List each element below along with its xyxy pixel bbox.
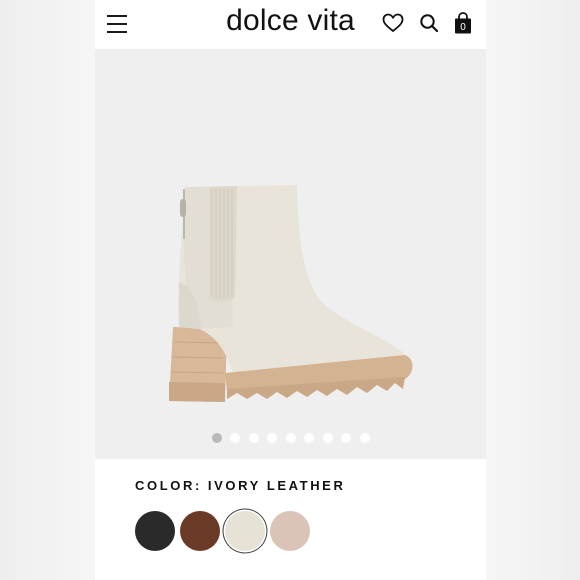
swatch-black[interactable] <box>135 511 175 551</box>
swatch-blush[interactable] <box>270 511 310 551</box>
color-label-prefix: COLOR: <box>135 478 202 493</box>
background-right <box>485 0 580 580</box>
carousel-dot[interactable] <box>230 433 240 443</box>
cart-count: 0 <box>460 22 466 33</box>
product-page: dolce vita 0 COLOR: IVORY LEATHER <box>95 0 486 580</box>
site-header: dolce vita 0 <box>95 0 486 49</box>
carousel-dot[interactable] <box>285 433 296 443</box>
product-image <box>169 185 413 402</box>
carousel-dot[interactable] <box>211 433 222 443</box>
selected-color-name: IVORY LEATHER <box>207 478 346 493</box>
carousel-dot[interactable] <box>248 433 259 443</box>
search-icon[interactable] <box>419 13 439 33</box>
product-image-gallery[interactable] <box>95 49 486 459</box>
carousel-dot[interactable] <box>359 433 370 443</box>
carousel-dot[interactable] <box>341 433 351 443</box>
color-label: COLOR: IVORY LEATHER <box>135 478 345 493</box>
swatch-ivory[interactable] <box>225 511 265 551</box>
carousel-dot[interactable] <box>267 433 277 443</box>
swatch-brown[interactable] <box>180 511 220 551</box>
carousel-dots <box>95 433 486 445</box>
carousel-dot[interactable] <box>322 433 333 443</box>
carousel-dot[interactable] <box>304 433 314 443</box>
shopping-bag-icon[interactable]: 0 <box>454 12 472 34</box>
background-left <box>0 0 95 580</box>
heart-icon[interactable] <box>382 13 404 33</box>
